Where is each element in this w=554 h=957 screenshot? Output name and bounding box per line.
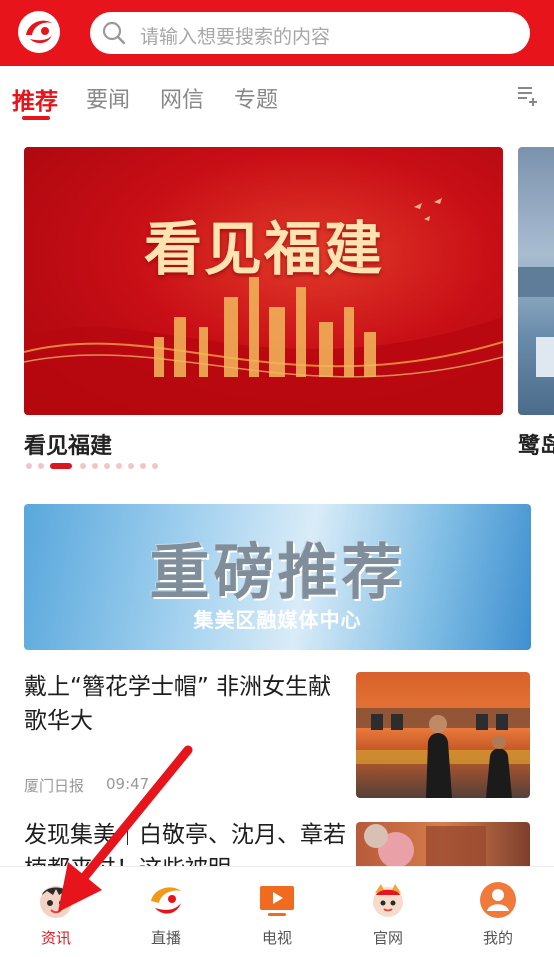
user-profile-icon [480,882,516,918]
nav-label: 电视 [261,929,292,947]
nav-label: 我的 [482,929,513,947]
tab-topics[interactable]: 专题 [234,82,278,114]
article-title[interactable]: 发现集美｜白敬亭、沈月、章若楠都来过！这些被明 [24,818,346,866]
top-bar: 请输入想要搜索的内容 [0,0,554,66]
nav-label: 直播 [150,929,181,947]
article-thumbnail[interactable] [356,822,530,870]
carousel-dot-active [50,463,72,469]
mascot-official-icon [373,884,403,917]
carousel-dot [104,463,110,469]
nav-news[interactable]: 资讯 [16,881,96,948]
carousel-dot [92,463,98,469]
carousel-dot [116,463,122,469]
tab-headlines[interactable]: 要闻 [86,82,130,114]
article-thumbnail[interactable] [356,672,530,798]
app-screen: 请输入想要搜索的内容 推荐 要闻 网信 专题 看见福建 看见福建 鹭岛 重磅推荐… [0,0,554,957]
nav-label: 官网 [372,929,403,947]
nav-official-site[interactable]: 官网 [348,881,428,948]
nav-tv[interactable]: 电视 [237,881,317,948]
search-input[interactable]: 请输入想要搜索的内容 [90,12,530,54]
slide-title-art: 看见福建 [144,215,385,283]
carousel-dot [80,463,86,469]
nav-profile[interactable]: 我的 [458,881,538,948]
featured-banner[interactable]: 重磅推荐 集美区融媒体中心 [24,504,531,650]
next-slide-preview[interactable] [518,147,554,415]
search-placeholder: 请输入想要搜索的内容 [140,26,331,48]
active-tab-indicator [22,116,50,120]
carousel-dot [38,463,44,469]
next-slide-caption[interactable]: 鹭岛 [518,428,554,460]
annotation-arrow [58,745,193,912]
article-title[interactable]: 戴上“簪花学士帽” 非洲女生献歌华大 [24,670,346,738]
tab-recommend[interactable]: 推荐 [12,82,58,116]
carousel-dot [128,463,134,469]
slide-caption[interactable]: 看见福建 [24,428,112,460]
tv-play-icon [260,886,294,916]
carousel-dot [140,463,146,469]
app-logo-icon[interactable] [18,11,60,53]
article-source: 厦门日报 [24,777,85,795]
live-logo-icon [149,883,183,917]
tab-cyber-info[interactable]: 网信 [160,82,204,114]
carousel-dot [152,463,158,469]
mascot-icon [40,886,72,918]
nav-live[interactable]: 直播 [126,881,206,948]
carousel-slide-image[interactable]: 看见福建 [24,147,503,415]
search-icon [102,21,126,45]
nav-label: 资讯 [40,929,71,947]
carousel-dot [26,463,32,469]
banner-title: 重磅推荐 [149,538,406,608]
bottom-navigation: 资讯 直播 电视 官网 我的 [0,866,554,957]
channel-menu-icon[interactable] [516,84,538,106]
banner-subtitle: 集美区融媒体中心 [193,608,362,632]
category-tabs: 推荐 要闻 网信 专题 [0,66,554,136]
article-time: 09:47 [106,775,150,793]
